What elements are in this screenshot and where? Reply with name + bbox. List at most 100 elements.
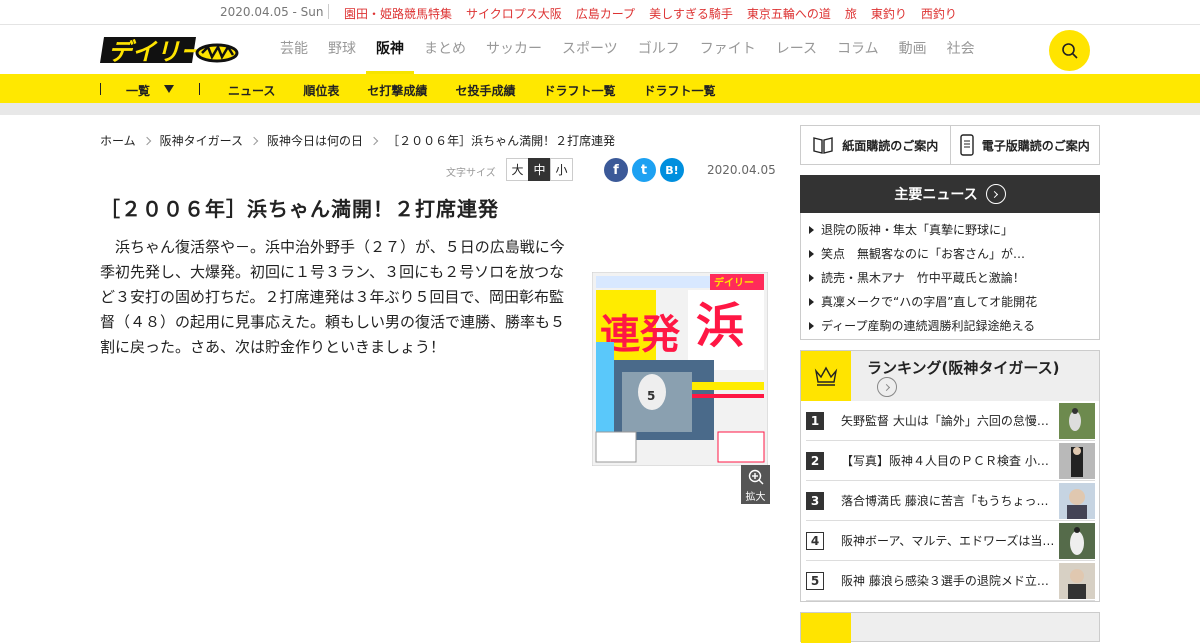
nav-item-video[interactable]: 動画 <box>899 25 927 74</box>
global-nav: 芸能 野球 阪神 まとめ サッカー スポーツ ゴルフ ファイト レース コラム … <box>280 25 995 74</box>
nav-item-hanshin[interactable]: 阪神 <box>366 25 414 74</box>
list-dropdown[interactable]: 一覧 <box>126 82 150 99</box>
nav-item-soccer[interactable]: サッカー <box>486 25 542 74</box>
news-item-title: 真凜メークで“ハの字眉”直してオ能開花 <box>821 295 1038 309</box>
ranking-row[interactable]: 4 阪神ボーア、マルテ、エドワーズは当… <box>806 521 1095 561</box>
font-size-medium[interactable]: 中 <box>528 158 551 181</box>
ranking-header: ランキング(阪神タイガース) <box>801 351 1099 401</box>
news-item[interactable]: ディープ産駒の連続週勝利記録途絶える <box>809 314 1091 338</box>
svg-text:5: 5 <box>647 389 655 403</box>
search-button[interactable] <box>1049 30 1090 71</box>
featured-link[interactable]: 西釣り <box>921 5 957 22</box>
news-item-title: 読売・黒木アナ 竹中平蔵氏と激論！ <box>821 271 1025 285</box>
featured-link[interactable]: 東京五輪への道 <box>747 5 831 22</box>
breadcrumb-tigers[interactable]: 阪神タイガース <box>160 132 243 149</box>
ranking-row[interactable]: 2 【写真】阪神４人目のＰＣＲ検査 小… <box>806 441 1095 481</box>
zoom-button[interactable]: 拡大 <box>741 465 770 504</box>
zoom-in-icon <box>748 469 763 485</box>
newspaper-front-page-image[interactable]: デイリー 連発 浜 5 <box>592 272 768 466</box>
rank-number: 1 <box>806 411 824 430</box>
nav-item-society[interactable]: 社会 <box>947 25 975 74</box>
hatena-bookmark-button[interactable]: B! <box>660 158 684 182</box>
ranking-item-title: 矢野監督 大山は「論外」六回の怠慢… <box>841 414 1049 428</box>
bullet-triangle-icon <box>809 322 814 330</box>
bullet-triangle-icon <box>809 250 814 258</box>
zoom-label: 拡大 <box>745 492 766 503</box>
bullet-triangle-icon <box>809 274 814 282</box>
crown-icon <box>801 351 851 401</box>
ranking-row[interactable]: 5 阪神 藤浪ら感染３選手の退院メド立… <box>806 561 1095 601</box>
ranking-title: ランキング(阪神タイガース) <box>867 359 1060 377</box>
twitter-share-button[interactable]: t <box>632 158 656 182</box>
news-item[interactable]: 笑点 無観客なのに「お客さん」が… <box>809 242 1091 266</box>
news-item-title: 退院の阪神・隼太「真摯に野球に」 <box>821 223 1014 237</box>
ranking-thumbnail <box>1059 563 1095 599</box>
sub-nav-standings[interactable]: 順位表 <box>303 82 339 99</box>
rank-number: 4 <box>806 531 824 550</box>
nav-item-matome[interactable]: まとめ <box>424 25 466 74</box>
nav-item-entertainment[interactable]: 芸能 <box>280 25 308 74</box>
current-date: 2020.04.05 - Sun <box>220 5 324 19</box>
rank-number: 3 <box>806 491 824 510</box>
bullet-triangle-icon <box>809 226 814 234</box>
digital-subscription-link[interactable]: 電子版購読のご案内 <box>949 126 1100 164</box>
breadcrumb: ホーム 阪神タイガース 阪神今日は何の日 ［２００６年］浜ちゃん満開！２打席連発 <box>100 132 615 149</box>
facebook-icon: f <box>613 162 619 178</box>
featured-link[interactable]: 美しすぎる騎手 <box>649 5 733 22</box>
subscription-box: 紙面購読のご案内 電子版購読のご案内 <box>800 125 1100 165</box>
sub-nav-draft-list-2[interactable]: ドラフト一覧 <box>643 82 715 99</box>
breadcrumb-home[interactable]: ホーム <box>100 132 136 149</box>
paper-subscription-link[interactable]: 紙面購読のご案内 <box>801 126 950 164</box>
logo-graphic: デイリー <box>100 37 239 66</box>
news-item-title: 笑点 無観客なのに「お客さん」が… <box>821 247 1026 261</box>
ranking-thumbnail <box>1059 523 1095 559</box>
facebook-share-button[interactable]: f <box>604 158 628 182</box>
featured-link[interactable]: サイクロプス大阪 <box>466 5 562 22</box>
site-logo[interactable]: デイリー <box>100 33 240 67</box>
divider-band <box>0 103 1200 115</box>
nav-item-golf[interactable]: ゴルフ <box>638 25 680 74</box>
search-icon <box>1061 42 1078 59</box>
sub-nav: 一覧 ニュース 順位表 セ打撃成績 セ投手成績 ドラフト一覧 ドラフト一覧 <box>0 74 1200 103</box>
nav-item-baseball[interactable]: 野球 <box>328 25 356 74</box>
sub-nav-items: ニュース 順位表 セ打撃成績 セ投手成績 ドラフト一覧 ドラフト一覧 <box>228 82 743 99</box>
paper-subscription-label: 紙面購読のご案内 <box>842 138 939 153</box>
font-size-selector: 大 中 小 <box>506 158 573 181</box>
nav-item-fight[interactable]: ファイト <box>700 25 756 74</box>
sub-nav-pitching-stats[interactable]: セ投手成績 <box>455 82 515 99</box>
featured-link[interactable]: 旅 <box>845 5 857 22</box>
ranking-row[interactable]: 3 落合博満氏 藤浪に苦言「もうちょっ… <box>806 481 1095 521</box>
ranking-more-arrow-icon[interactable] <box>877 377 897 397</box>
news-item[interactable]: 退院の阪神・隼太「真摯に野球に」 <box>809 218 1091 242</box>
arrow-right-icon <box>985 184 1006 204</box>
news-item[interactable]: 真凜メークで“ハの字眉”直してオ能開花 <box>809 290 1091 314</box>
ranking-thumbnail <box>1059 443 1095 479</box>
featured-link[interactable]: 東釣り <box>871 5 907 22</box>
news-item-title: ディープ産駒の連続週勝利記録途絶える <box>821 319 1036 333</box>
featured-link[interactable]: 広島カープ <box>576 5 635 22</box>
divider <box>328 4 329 19</box>
breadcrumb-today[interactable]: 阪神今日は何の日 <box>267 132 363 149</box>
open-book-icon <box>813 137 833 154</box>
dropdown-triangle-icon[interactable] <box>164 85 174 93</box>
ranking-item-title: 【写真】阪神４人目のＰＣＲ検査 小… <box>841 454 1049 468</box>
nav-item-race[interactable]: レース <box>776 25 817 74</box>
svg-text:デイリー: デイリー <box>714 276 754 289</box>
featured-link[interactable]: 園田・姫路競馬特集 <box>344 5 452 22</box>
sub-nav-news[interactable]: ニュース <box>228 82 275 99</box>
bullet-triangle-icon <box>809 298 814 306</box>
article-body: 浜ちゃん復活祭や－。浜中治外野手（２７）が、５日の広島戦に今季初先発し、大爆発。… <box>100 238 566 356</box>
font-size-large[interactable]: 大 <box>506 158 529 181</box>
sub-nav-draft-list[interactable]: ドラフト一覧 <box>543 82 615 99</box>
font-size-small[interactable]: 小 <box>550 158 573 181</box>
nav-item-sports[interactable]: スポーツ <box>562 25 618 74</box>
major-news-list: 退院の阪神・隼太「真摯に野球に」 笑点 無観客なのに「お客さん」が… 読売・黒木… <box>800 213 1100 340</box>
svg-text:デイリー: デイリー <box>108 38 205 66</box>
news-item[interactable]: 読売・黒木アナ 竹中平蔵氏と激論！ <box>809 266 1091 290</box>
font-size-label: 文字サイズ <box>446 168 496 179</box>
ranking-item-title: 阪神 藤浪ら感染３選手の退院メド立… <box>841 574 1049 588</box>
major-news-header[interactable]: 主要ニュース <box>800 175 1100 213</box>
nav-item-column[interactable]: コラム <box>837 25 879 74</box>
sub-nav-batting-stats[interactable]: セ打撃成績 <box>367 82 427 99</box>
ranking-row[interactable]: 1 矢野監督 大山は「論外」六回の怠慢… <box>806 401 1095 441</box>
